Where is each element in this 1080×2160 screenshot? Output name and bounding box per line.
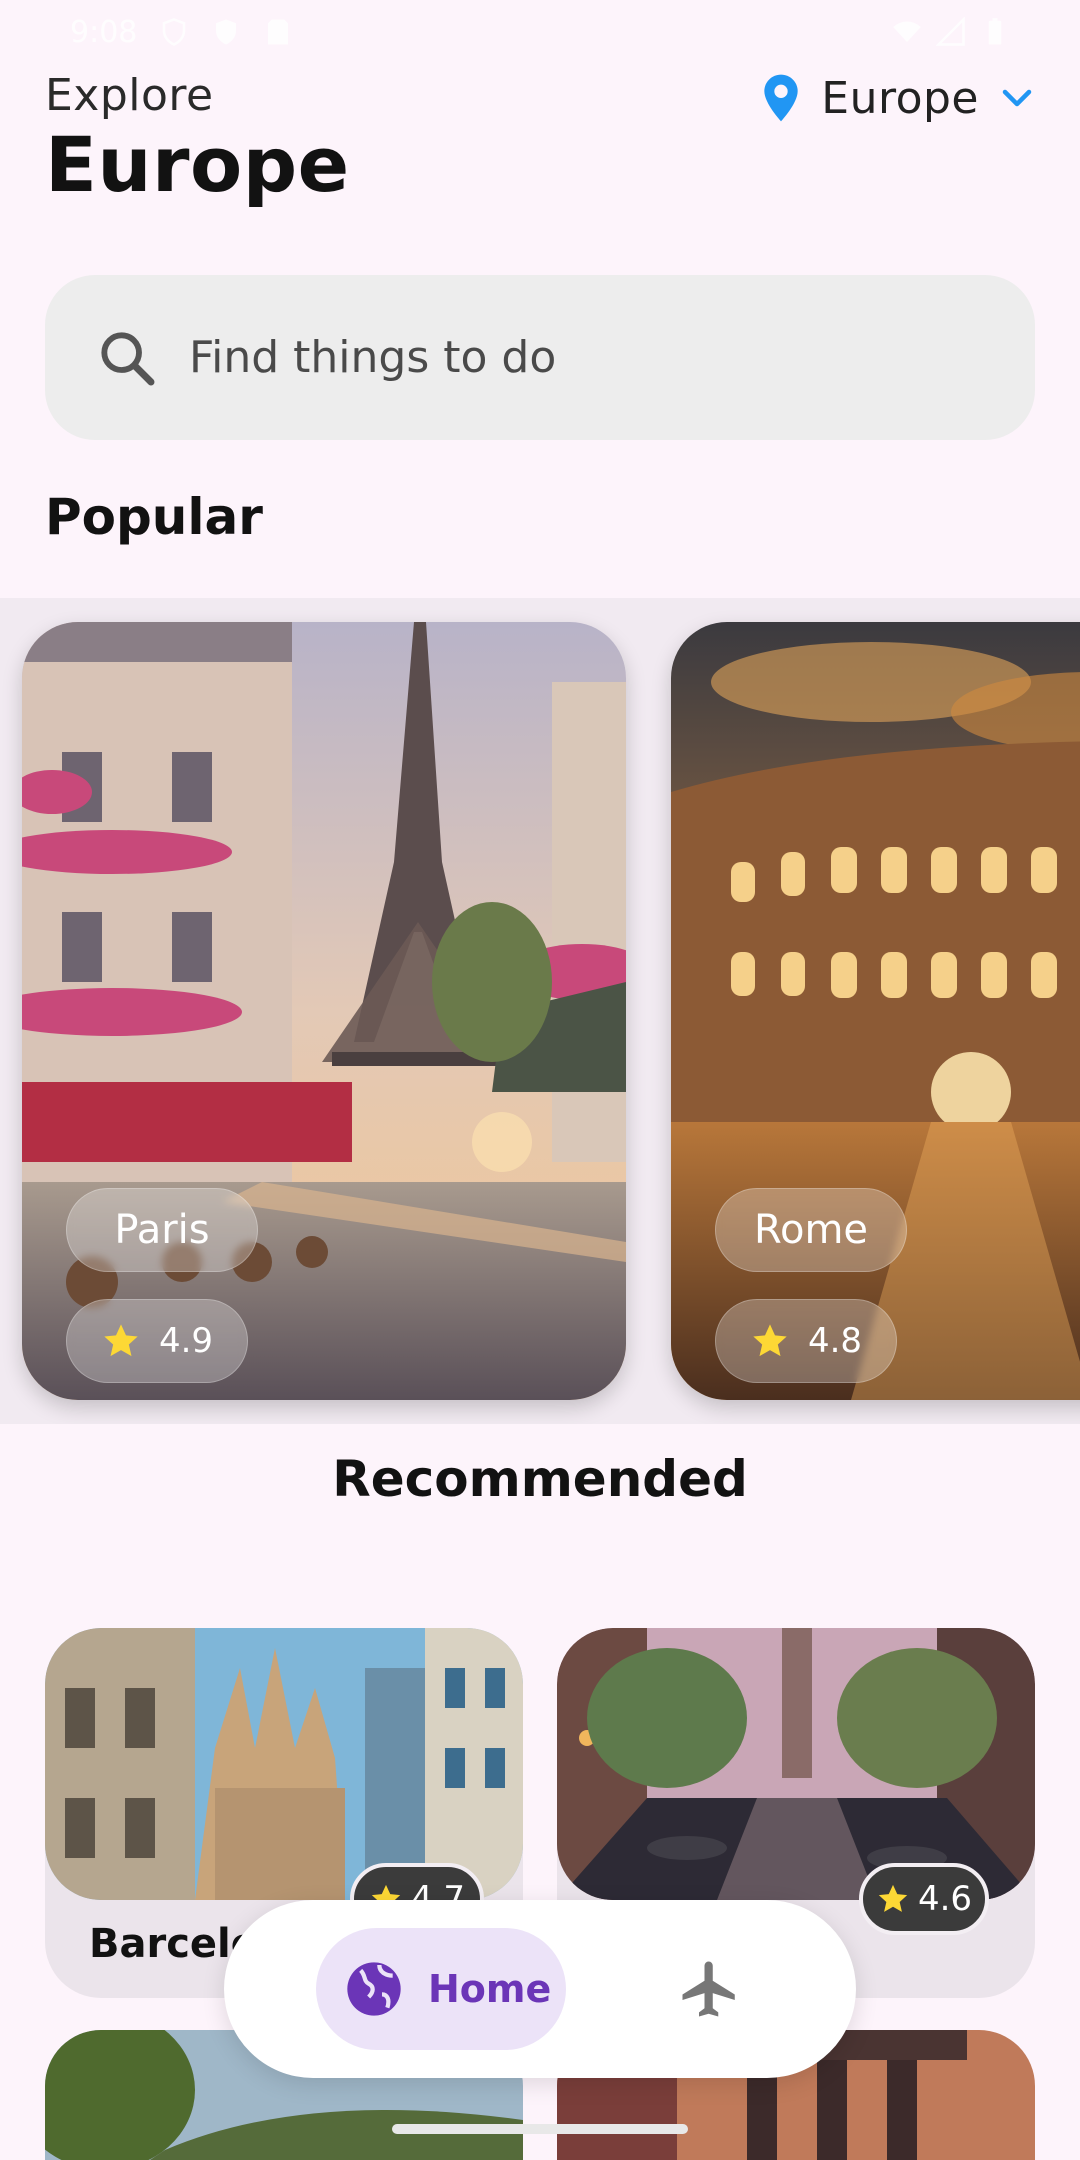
popular-card-rating: 4.9 — [66, 1299, 248, 1383]
search-icon — [101, 331, 155, 385]
search-bar[interactable] — [45, 275, 1035, 440]
chevron-down-icon — [1002, 89, 1032, 107]
globe-icon — [347, 1962, 401, 2016]
star-icon — [878, 1884, 908, 1912]
header: Explore Europe Europe — [45, 68, 1035, 218]
rating-value: 4.9 — [158, 1321, 214, 1361]
popular-card-rome[interactable]: Rome 4.8 — [671, 622, 1080, 1400]
recommended-title: Recommended — [332, 1450, 748, 1508]
status-right — [892, 17, 1010, 47]
status-bar: 9:08 — [0, 0, 1080, 64]
popular-card-paris[interactable]: Paris 4.9 — [22, 622, 626, 1400]
star-icon — [104, 1324, 138, 1357]
nav-home-label: Home — [428, 1967, 552, 2011]
star-icon — [753, 1324, 787, 1357]
amsterdam-image — [557, 1628, 1035, 1900]
recommended-card-rating: 4.6 — [859, 1863, 989, 1935]
status-time: 9:08 — [70, 14, 138, 50]
sd-card-icon — [268, 19, 289, 45]
rating-value: 4.6 — [917, 1879, 973, 1919]
barcelona-image — [45, 1628, 523, 1900]
rome-image — [671, 622, 1080, 1400]
popular-title: Popular — [45, 488, 263, 546]
explore-label: Explore — [45, 70, 214, 121]
region-selector[interactable]: Europe — [761, 68, 1035, 128]
play-protect-icon — [216, 19, 237, 45]
status-left: 9:08 — [70, 15, 293, 50]
search-input[interactable] — [189, 332, 989, 383]
paris-image — [22, 622, 626, 1400]
nav-home-button[interactable]: Home — [316, 1928, 566, 2050]
popular-carousel[interactable]: Paris 4.9 Rome 4.8 — [0, 598, 1080, 1424]
page-title: Europe — [45, 120, 350, 209]
rating-value: 4.8 — [807, 1321, 863, 1361]
gesture-bar[interactable] — [392, 2124, 688, 2134]
bottom-navigation: Home — [224, 1900, 856, 2078]
popular-card-name: Rome — [715, 1188, 907, 1272]
popular-card-name: Paris — [66, 1188, 258, 1272]
airplane-icon[interactable] — [677, 1956, 743, 2022]
region-label: Europe — [821, 72, 979, 124]
popular-card-rating: 4.8 — [715, 1299, 897, 1383]
battery-icon — [988, 18, 1002, 45]
wifi-icon — [893, 21, 921, 42]
signal-icon — [936, 17, 965, 46]
location-pin-icon — [764, 74, 798, 122]
shield-icon — [163, 18, 186, 46]
